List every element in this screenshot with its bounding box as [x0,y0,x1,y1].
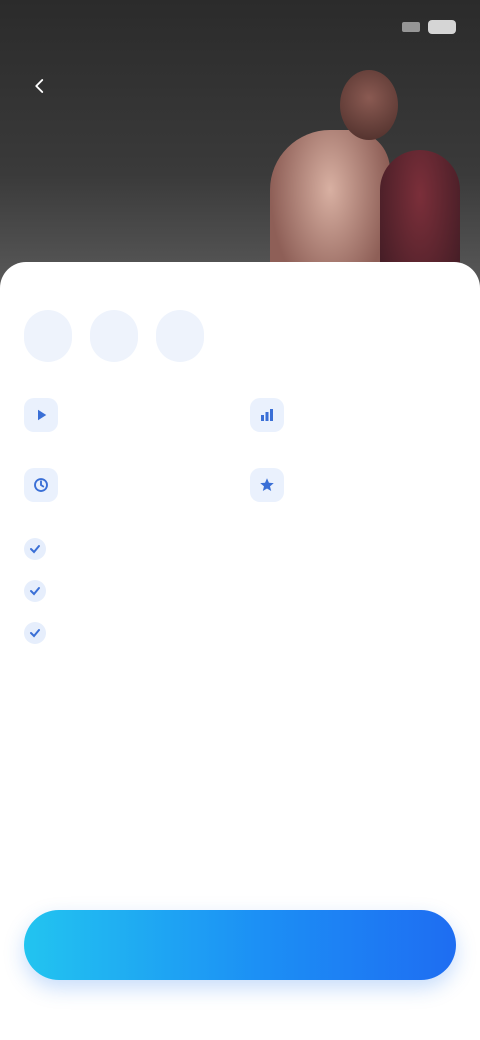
list-item [24,580,456,602]
tab-2[interactable] [90,310,138,362]
check-icon [24,580,46,602]
tab-1[interactable] [24,310,72,362]
features-grid [24,398,456,502]
feature-item [24,468,230,502]
signal-icon [402,22,420,32]
chart-icon [250,398,284,432]
feature-item [250,468,456,502]
check-icon [24,538,46,560]
hero-banner [0,0,480,290]
list-item [24,622,456,644]
tab-3[interactable] [156,310,204,362]
list-item [24,538,456,560]
feature-item [250,398,456,432]
benefits-list [24,538,456,644]
play-icon [24,398,58,432]
clock-icon [24,468,58,502]
chevron-left-icon [35,79,44,93]
primary-cta-button[interactable] [24,910,456,980]
feature-item [24,398,230,432]
check-icon [24,622,46,644]
status-bar [24,14,456,40]
star-icon [250,468,284,502]
battery-icon [428,20,456,34]
back-button[interactable] [24,70,56,102]
tab-bar [24,310,456,362]
hero-image [270,60,460,290]
